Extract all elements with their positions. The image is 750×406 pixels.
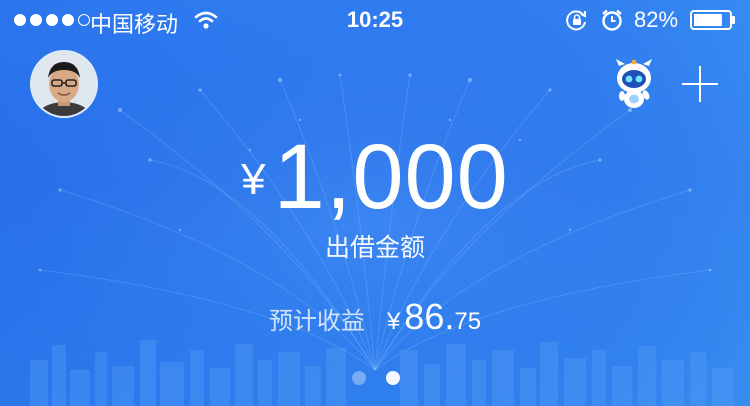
amount-label: 出借金额	[324, 234, 425, 262]
add-button[interactable]	[680, 64, 720, 104]
income-currency-symbol: ¥	[386, 308, 401, 335]
income-value-decimal: 75	[454, 308, 482, 335]
income-label: 预计收益	[268, 308, 365, 335]
rotation-lock-icon	[566, 10, 586, 31]
robot-mascot-icon[interactable]	[610, 58, 658, 110]
page-dot[interactable]	[352, 371, 366, 385]
battery-icon	[690, 10, 735, 30]
page-dot[interactable]	[386, 371, 400, 385]
amount-value: 1,000	[273, 126, 509, 228]
battery-percentage: 82%	[634, 7, 679, 32]
user-avatar[interactable]	[32, 52, 96, 116]
lending-screen: 中国移动 10:25 82% ¥1,000 出借金额 预计收益 ¥ 86. 75	[0, 0, 750, 406]
amount-currency-symbol: ¥	[241, 155, 266, 204]
income-value-integer: 86.	[404, 296, 455, 337]
person-photo-icon	[32, 52, 96, 116]
page-indicator[interactable]	[352, 371, 400, 385]
alarm-clock-icon	[602, 9, 622, 31]
status-bar: 中国移动 10:25 82%	[0, 0, 750, 40]
lend-amount: ¥1,000	[0, 125, 750, 230]
expected-income: 预计收益 ¥ 86. 75	[0, 296, 750, 338]
